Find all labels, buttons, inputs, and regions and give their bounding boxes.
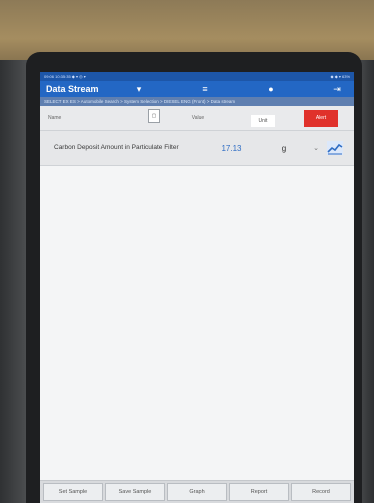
row-unit[interactable]: g xyxy=(259,144,309,153)
set-sample-button[interactable]: Set Sample xyxy=(43,483,103,501)
graph-icon-svg xyxy=(327,141,343,155)
breadcrumb: SELECT EX ES > Automobile Search > Syste… xyxy=(40,97,354,106)
dropdown-icon[interactable]: ▾ xyxy=(132,83,146,95)
user-icon[interactable]: ● xyxy=(264,83,278,95)
row-name: Carbon Deposit Amount in Particulate Fil… xyxy=(54,144,179,151)
tablet-screen: 09:06 10:35:35 ◆ ▾ ◎ ▾ ◆ ◆ ▾ 63% Data St… xyxy=(40,72,354,503)
table-row[interactable]: Carbon Deposit Amount in Particulate Fil… xyxy=(40,131,354,166)
graph-button[interactable]: Graph xyxy=(167,483,227,501)
unit-button[interactable]: Unit xyxy=(250,115,276,127)
save-sample-button[interactable]: Save Sample xyxy=(105,483,165,501)
title-bar-icons: ▾ ≡ ● ⇥ xyxy=(132,81,344,97)
app-title-bar: Data Stream ▾ ≡ ● ⇥ xyxy=(40,81,354,97)
chevron-down-icon[interactable]: ⌄ xyxy=(309,144,323,152)
select-toggle-icon[interactable]: ▢ xyxy=(148,109,160,123)
status-left: 09:06 10:35:35 ◆ ▾ ◎ ▾ xyxy=(44,74,86,79)
report-button[interactable]: Report xyxy=(229,483,289,501)
table-header: Name ▢ Value Unit Alert xyxy=(40,106,354,131)
menu-icon[interactable]: ≡ xyxy=(198,83,212,95)
status-bar: 09:06 10:35:35 ◆ ▾ ◎ ▾ ◆ ◆ ▾ 63% xyxy=(40,72,354,81)
column-name: Name ▢ xyxy=(40,109,168,123)
column-name-label: Name xyxy=(48,115,62,121)
row-value: 17.13 xyxy=(221,143,242,153)
bottom-toolbar: Set Sample Save Sample Graph Report Reco… xyxy=(40,480,354,503)
graph-icon[interactable] xyxy=(323,139,347,157)
page-title: Data Stream xyxy=(46,84,99,94)
column-unit[interactable]: Unit xyxy=(228,109,298,127)
column-value: Value xyxy=(191,115,205,121)
exit-icon[interactable]: ⇥ xyxy=(330,83,344,95)
alert-button[interactable]: Alert xyxy=(304,109,338,127)
record-button[interactable]: Record xyxy=(291,483,351,501)
status-right: ◆ ◆ ▾ 63% xyxy=(330,74,351,79)
